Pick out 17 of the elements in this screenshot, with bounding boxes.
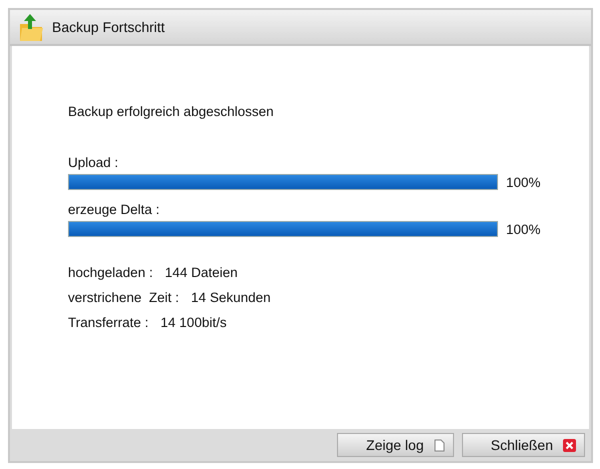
progress-label: Upload :	[68, 155, 118, 170]
stat-value: 14 Sekunden	[191, 290, 271, 305]
folder-upload-icon	[18, 12, 44, 42]
progress-percent: 100%	[506, 222, 541, 236]
progress-percent: 100%	[506, 174, 541, 190]
document-icon	[434, 438, 445, 452]
stat-label: hochgeladen :	[68, 265, 153, 280]
stat-value: 14 100bit/s	[160, 315, 227, 330]
window-title: Backup Fortschritt	[52, 19, 165, 35]
status-message: Backup erfolgreich abgeschlossen	[68, 104, 274, 119]
show-log-button[interactable]: Zeige log	[337, 433, 454, 457]
stat-label: Transferrate :	[68, 315, 149, 330]
close-icon	[563, 438, 576, 452]
progress-label: erzeuge Delta :	[68, 202, 160, 217]
close-button[interactable]: Schließen	[462, 433, 585, 457]
stat-value: 144 Dateien	[164, 265, 238, 280]
stat-label: verstrichene Zeit :	[68, 290, 180, 305]
